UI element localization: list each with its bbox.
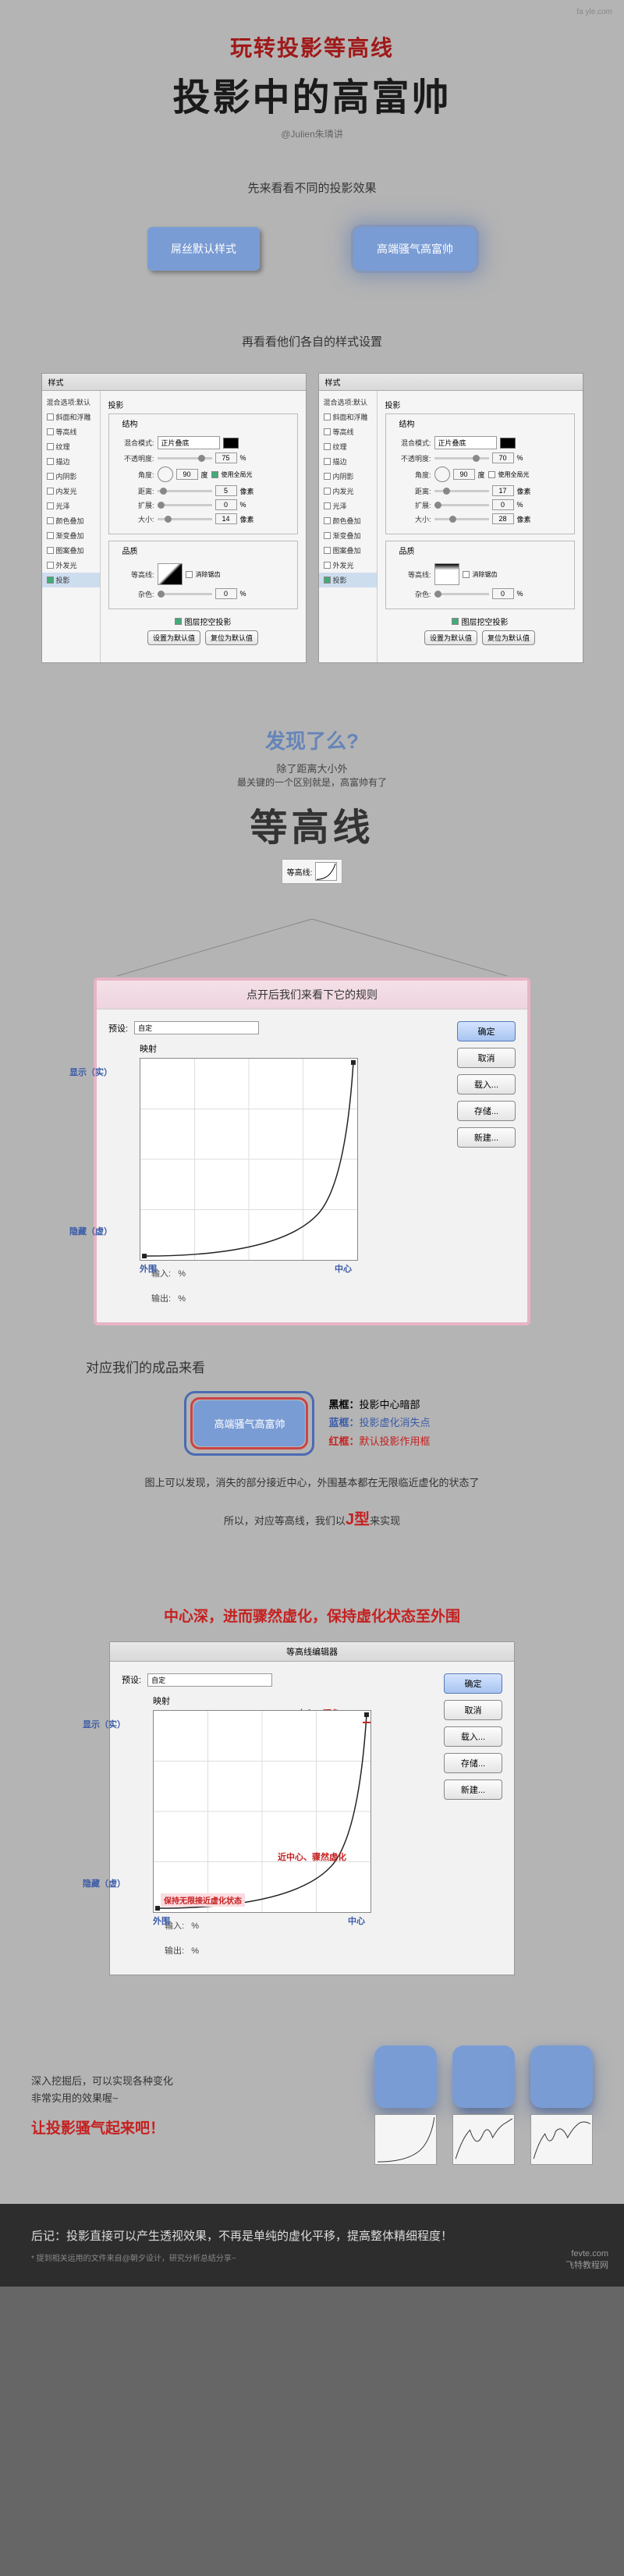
page-root: fa yle.com 玩转投影等高线 投影中的高富帅 @Julien朱璘讲 先来… xyxy=(0,0,624,2287)
red-heading: 中心深，进而骤然虚化，保持虚化状态至外围 xyxy=(0,1605,624,1626)
style-item-shadow: 投影 xyxy=(42,573,100,587)
result-button[interactable]: 高端骚气高富帅 xyxy=(193,1400,305,1446)
result-heading: 对应我们的成品来看 xyxy=(86,1357,562,1376)
set-default-btn[interactable]: 设置为默认值 xyxy=(147,630,200,645)
cancel-button[interactable]: 取消 xyxy=(457,1048,516,1068)
watermark: fa yle.com xyxy=(576,8,612,16)
discover-section: 发现了么? 除了距离大小外 最关键的一个区别就是，高富帅有了 等高线 等高线: xyxy=(0,694,624,915)
connector-lines xyxy=(0,915,624,978)
style-item: 内发光 xyxy=(42,484,100,499)
footer-sub: * 提到相关运用的文件来自@朝夕设计，研究分析总结分享~ xyxy=(31,2251,593,2263)
ok-button[interactable]: 确定 xyxy=(457,1021,516,1041)
curve-graph-2[interactable] xyxy=(153,1710,371,1913)
blend-select[interactable]: 正片叠底 xyxy=(158,436,220,449)
preset-select[interactable]: 自定 xyxy=(134,1021,259,1034)
group-label: 投影 xyxy=(108,399,298,410)
title-red: 玩转投影等高线 xyxy=(0,31,624,62)
variations-row: 深入挖掘后，可以实现各种变化 非常实用的效果喔~ 让投影骚气起来吧！ xyxy=(0,2007,624,2204)
style-item: 纹理 xyxy=(42,439,100,454)
new-button[interactable]: 新建... xyxy=(457,1127,516,1148)
style-item: 内阴影 xyxy=(42,469,100,484)
opacity-input[interactable]: 75 xyxy=(215,452,237,463)
author: @Julien朱璘讲 xyxy=(0,127,624,140)
var-box-1 xyxy=(374,2046,437,2108)
variation-2 xyxy=(452,2046,515,2165)
style-item: 外发光 xyxy=(42,558,100,573)
panel-main: 投影 结构 混合模式:正片叠底 不透明度:75% 角度:90度 使用全局光 距离… xyxy=(101,391,306,662)
style-item: 描边 xyxy=(42,454,100,469)
style-item: 光泽 xyxy=(42,499,100,513)
panel-header: 样式 xyxy=(42,374,306,391)
style-panel-right: 样式 混合选项:默认 斜面和浮雕 等高线 纹理 描边 内阴影 内发光 光泽 颜色… xyxy=(318,373,583,663)
fancy-style-button[interactable]: 高端骚气高富帅 xyxy=(353,227,477,271)
style-item: 颜色叠加 xyxy=(42,513,100,528)
style-item: 等高线 xyxy=(42,424,100,439)
style-item: 渐变叠加 xyxy=(42,528,100,543)
discover-big: 等高线 xyxy=(16,797,608,851)
footer-brand: fevte.com 飞特教程网 xyxy=(566,2249,608,2271)
color-swatch[interactable] xyxy=(223,438,239,449)
var-curve-2 xyxy=(452,2114,515,2165)
reset-default-btn[interactable]: 复位为默认值 xyxy=(205,630,258,645)
title-black: 投影中的高富帅 xyxy=(0,66,624,121)
style-panel-left: 样式 混合选项:默认 斜面和浮雕 等高线 纹理 描边 内阴影 内发光 光泽 颜色… xyxy=(41,373,307,663)
result-section: 对应我们的成品来看 高端骚气高富帅 黑框：投影中心暗部 蓝框：投影虚化消失点 红… xyxy=(0,1325,624,1589)
contour-editor-1: 点开后我们来看下它的规则 预设: 自定 映射 显示（实） 隐藏（虚） xyxy=(94,978,530,1325)
style-item: 斜面和浮雕 xyxy=(42,410,100,424)
panels-row: 样式 混合选项:默认 斜面和浮雕 等高线 纹理 描边 内阴影 内发光 光泽 颜色… xyxy=(0,365,624,694)
result-legend: 黑框：投影中心暗部 蓝框：投影虚化消失点 红框：默认投影作用框 xyxy=(328,1396,430,1450)
contour-thumb[interactable] xyxy=(158,563,183,585)
load-button[interactable]: 载入... xyxy=(457,1074,516,1095)
var-curve-3 xyxy=(530,2114,593,2165)
style-sidebar: 混合选项:默认 斜面和浮雕 等高线 纹理 描边 内阴影 内发光 光泽 颜色叠加 … xyxy=(42,391,101,662)
var-box-2 xyxy=(452,2046,515,2108)
variations-red: 让投影骚气起来吧！ xyxy=(31,2117,359,2138)
variation-1 xyxy=(374,2046,437,2165)
variation-3 xyxy=(530,2046,593,2165)
var-curve-1 xyxy=(374,2114,437,2165)
style-item: 混合选项:默认 xyxy=(42,395,100,410)
contour-inline: 等高线: xyxy=(282,859,343,884)
save-button[interactable]: 存储... xyxy=(457,1101,516,1121)
section1-title: 先来看看不同的投影效果 xyxy=(0,179,624,196)
footer-main: 后记：投影直接可以产生透视效果，不再是单纯的虚化平移，提高整体精细程度！ xyxy=(31,2227,593,2244)
footer: 后记：投影直接可以产生透视效果，不再是单纯的虚化平移，提高整体精细程度！ * 提… xyxy=(0,2204,624,2287)
opacity-slider[interactable] xyxy=(158,457,212,459)
discover-title: 发现了么? xyxy=(16,726,608,754)
section2-title: 再看看他们各自的样式设置 xyxy=(0,333,624,349)
header: 玩转投影等高线 投影中的高富帅 @Julien朱璘讲 xyxy=(0,0,624,156)
editor-title: 点开后我们来看下它的规则 xyxy=(97,981,527,1009)
contour-editor-2: 等高线编辑器 预设: 自定 映射 显示（实） 隐藏（虚） 中心、深色 xyxy=(109,1641,515,1975)
style-item: 图案叠加 xyxy=(42,543,100,558)
compare-row: 屌丝默认样式 高端骚气高富帅 xyxy=(0,211,624,310)
flat-style-button[interactable]: 屌丝默认样式 xyxy=(147,227,260,271)
var-box-3 xyxy=(530,2046,593,2108)
curve-graph[interactable] xyxy=(140,1058,358,1261)
angle-dial[interactable] xyxy=(158,467,173,482)
